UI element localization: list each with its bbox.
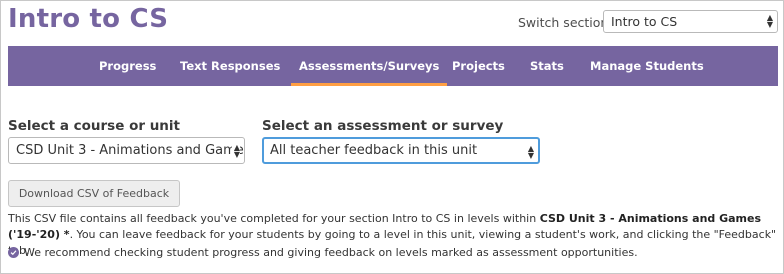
tab-stats[interactable]: Stats <box>530 46 564 86</box>
description-text-start: This CSV file contains all feedback you'… <box>8 212 540 225</box>
course-select-label: Select a course or unit <box>8 118 180 134</box>
recommendation-note: We recommend checking student progress a… <box>8 246 638 259</box>
switch-section-value: Intro to CS <box>611 14 678 29</box>
tab-manage-students[interactable]: Manage Students <box>590 46 704 86</box>
tab-progress[interactable]: Progress <box>99 46 156 86</box>
assessment-select-label: Select an assessment or survey <box>262 118 504 134</box>
tab-assessments-surveys[interactable]: Assessments/Surveys <box>290 46 448 86</box>
assessment-survey-select[interactable]: All teacher feedback in this unit ▲ ▼ <box>262 137 540 164</box>
download-csv-button[interactable]: Download CSV of Feedback <box>8 180 180 207</box>
select-arrows-icon: ▲ ▼ <box>527 144 534 160</box>
switch-section-label: Switch section: <box>518 15 613 30</box>
tab-projects[interactable]: Projects <box>452 46 505 86</box>
tab-text-responses[interactable]: Text Responses <box>180 46 280 86</box>
select-arrows-icon: ▲ ▼ <box>231 143 240 159</box>
course-unit-value: CSD Unit 3 - Animations and Games ('19-'… <box>16 143 244 158</box>
assessment-survey-value: All teacher feedback in this unit <box>270 143 478 158</box>
section-title: Intro to CS <box>8 4 169 34</box>
switch-section-select[interactable]: Intro to CS ▲ ▼ <box>603 10 778 33</box>
select-arrows-icon: ▲ ▼ <box>766 13 773 29</box>
recommendation-text: We recommend checking student progress a… <box>24 246 638 259</box>
check-circle-icon <box>8 247 19 258</box>
section-tabs-bar: Progress Text Responses Assessments/Surv… <box>8 46 778 86</box>
course-unit-select[interactable]: CSD Unit 3 - Animations and Games ('19-'… <box>8 137 245 164</box>
